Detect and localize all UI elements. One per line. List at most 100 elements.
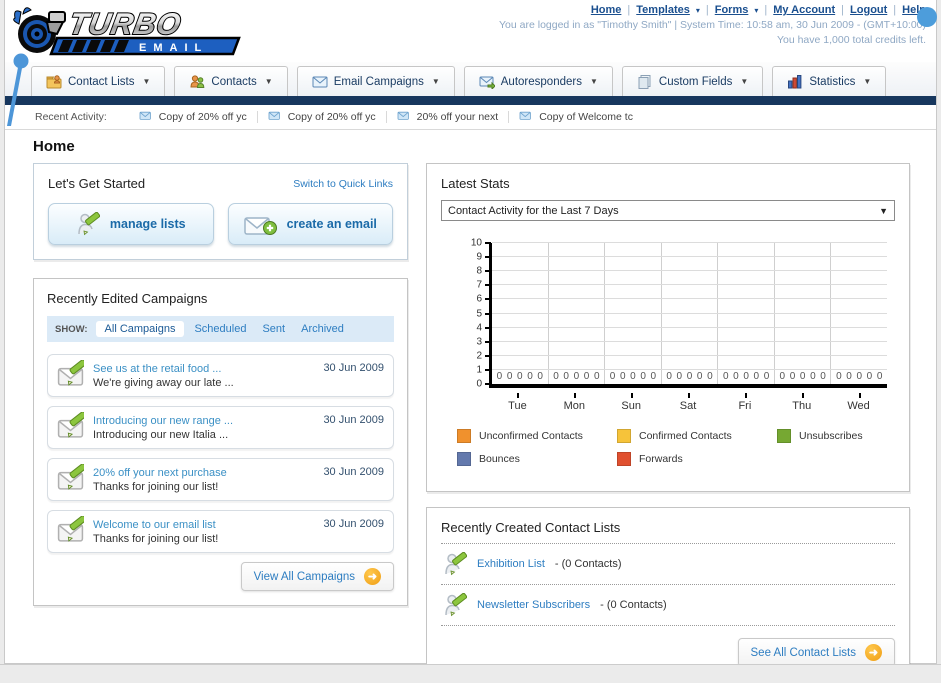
chart-value-label: 0 [856, 371, 863, 382]
chart-value-label: 0 [496, 371, 503, 382]
campaign-text: 20% off your next purchase Thanks for joi… [93, 467, 323, 493]
recent-activity-item[interactable]: Copy of 20% off yc [129, 111, 258, 123]
view-all-campaigns-button[interactable]: View All Campaigns ➜ [240, 562, 394, 591]
top-nav-link-logout[interactable]: Logout [850, 4, 887, 16]
nav-separator: | [893, 4, 897, 16]
latest-stats-panel: Latest Stats Contact Activity for the La… [426, 163, 910, 492]
help-bubble-icon[interactable] [917, 7, 937, 27]
chart-value-label: 0 [743, 371, 749, 382]
chevron-down-icon: ▾ [695, 5, 700, 15]
nav-separator: | [627, 4, 631, 16]
envelope-pencil-icon [57, 515, 87, 542]
campaign-list-item[interactable]: See us at the retail food ... We're givin… [47, 354, 394, 397]
contact-list-name-link[interactable]: Exhibition List [477, 558, 545, 570]
contact-list-count: - (0 Contacts) [600, 599, 667, 611]
top-nav-link-my-account[interactable]: My Account [773, 4, 835, 16]
person-pencil-icon [445, 552, 467, 576]
chart-plot-area: 00000000000000000000000000000000000 0123… [471, 238, 887, 390]
chart-x-tick-label: Mon [546, 393, 603, 415]
get-started-title: Let's Get Started [48, 176, 146, 191]
filter-archived[interactable]: Archived [301, 323, 344, 335]
envelope-pencil-icon [57, 359, 87, 391]
top-nav-link-forms[interactable]: Forms [715, 4, 749, 16]
chart-value-label: 0 [573, 371, 580, 382]
campaign-title-link[interactable]: See us at the retail food ... [93, 363, 323, 375]
get-started-panel: Let's Get Started Switch to Quick Links … [33, 163, 408, 260]
campaign-subject: Introducing our new Italia ... [93, 428, 229, 441]
recent-activity-item[interactable]: 20% off your next [387, 111, 510, 123]
chart-y-tick-mark [485, 368, 491, 371]
campaign-list-item[interactable]: Introducing our new range ... Introducing… [47, 406, 394, 449]
contact-list-name-link[interactable]: Newsletter Subscribers [477, 599, 590, 611]
filter-all-campaigns[interactable]: All Campaigns [95, 321, 185, 337]
chart-value-label: 0 [722, 371, 729, 382]
campaign-list: See us at the retail food ... We're givin… [47, 354, 394, 553]
campaign-text: Welcome to our email list Thanks for join… [93, 519, 323, 545]
tab-label: Statistics [809, 75, 856, 88]
stats-period-dropdown[interactable]: Contact Activity for the Last 7 Days ▼ [441, 200, 895, 221]
email-envelope-icon [312, 76, 328, 88]
chart-y-tick-mark [485, 340, 491, 343]
campaign-subject: Thanks for joining our list! [93, 532, 219, 545]
recent-contact-lists-panel: Recently Created Contact Lists Exhibitio… [426, 507, 910, 682]
recent-activity-item[interactable]: Copy of Welcome tc [509, 111, 643, 123]
legend-item: Forwards [617, 452, 777, 466]
tab-statistics[interactable]: Statistics ▼ [772, 66, 887, 96]
campaign-filters: All Campaigns Scheduled Sent Archived [95, 321, 360, 337]
legend-swatch [777, 429, 791, 443]
tab-label: Email Campaigns [333, 75, 424, 88]
chart-value-label: 0 [763, 371, 770, 382]
create-an-email-button[interactable]: create an email [227, 203, 393, 245]
campaign-title-link[interactable]: Welcome to our email list [93, 519, 323, 531]
activity-envelope-icon [397, 111, 409, 120]
contact-activity-chart: 00000000000000000000000000000000000 0123… [441, 238, 889, 415]
autoresponder-envelope-icon [479, 76, 495, 89]
chevron-down-icon: ▼ [740, 77, 749, 86]
campaign-list-item[interactable]: Welcome to our email list Thanks for join… [47, 510, 394, 553]
chart-gridline [492, 340, 887, 342]
chart-value-label: 0 [810, 371, 816, 382]
see-all-contact-lists-button[interactable]: See All Contact Lists ➜ [737, 638, 895, 667]
chevron-down-icon: ▾ [754, 5, 759, 15]
recent-activity-item[interactable]: Copy of 20% off yc [258, 111, 387, 123]
campaign-title-link[interactable]: Introducing our new range ... [93, 415, 323, 427]
envelope-pencil-icon [57, 411, 87, 443]
campaign-list-item[interactable]: 20% off your next purchase Thanks for joi… [47, 458, 394, 501]
chart-value-label: 0 [593, 371, 600, 382]
top-nav-link-home[interactable]: Home [591, 4, 622, 16]
switch-to-quick-links-link[interactable]: Switch to Quick Links [293, 178, 393, 190]
contact-list-item[interactable]: Newsletter Subscribers - (0 Contacts) [441, 585, 895, 625]
person-pencil-icon [78, 212, 100, 236]
envelope-pencil-icon [57, 515, 87, 547]
navy-divider-band [5, 96, 936, 105]
manage-lists-button[interactable]: manage lists [48, 203, 214, 245]
tab-autoresponders[interactable]: Autoresponders ▼ [463, 66, 613, 96]
tab-contact-lists[interactable]: Contact Lists ▼ [31, 66, 166, 96]
chart-value-label: 0 [686, 371, 693, 382]
chart-value-label: 0 [583, 371, 590, 382]
tab-contacts[interactable]: Contacts ▼ [174, 66, 288, 96]
contacts-people-icon [190, 75, 205, 88]
top-nav-links: Home | Templates ▾ | Forms ▾ | My Account | Logout… [499, 4, 926, 16]
chart-y-tick-label: 7 [476, 279, 482, 291]
activity-envelope-icon [268, 111, 280, 120]
contact-list-item[interactable]: Exhibition List - (0 Contacts) [441, 544, 895, 584]
tab-email-campaigns[interactable]: Email Campaigns ▼ [296, 66, 455, 96]
filter-sent[interactable]: Sent [262, 323, 285, 335]
envelope-pencil-icon [57, 359, 87, 386]
filter-scheduled[interactable]: Scheduled [194, 323, 246, 335]
recent-activity-bar: Recent Activity: Copy of 20% off yc Copy … [5, 105, 936, 130]
chart-y-tick-label: 4 [476, 322, 482, 334]
chart-day-group: 00000 [831, 243, 887, 384]
chart-value-label: 0 [846, 371, 852, 382]
top-nav-link-templates[interactable]: Templates [636, 4, 690, 16]
tab-custom-fields[interactable]: Custom Fields ▼ [621, 66, 764, 96]
chart-value-label: 0 [630, 371, 636, 382]
nav-separator: | [841, 4, 845, 16]
chart-value-label: 0 [866, 371, 873, 382]
chart-value-label: 0 [696, 371, 703, 382]
campaign-text: See us at the retail food ... We're givin… [93, 363, 323, 389]
legend-swatch [457, 452, 471, 466]
chart-gridline [492, 284, 887, 286]
campaign-title-link[interactable]: 20% off your next purchase [93, 467, 323, 479]
